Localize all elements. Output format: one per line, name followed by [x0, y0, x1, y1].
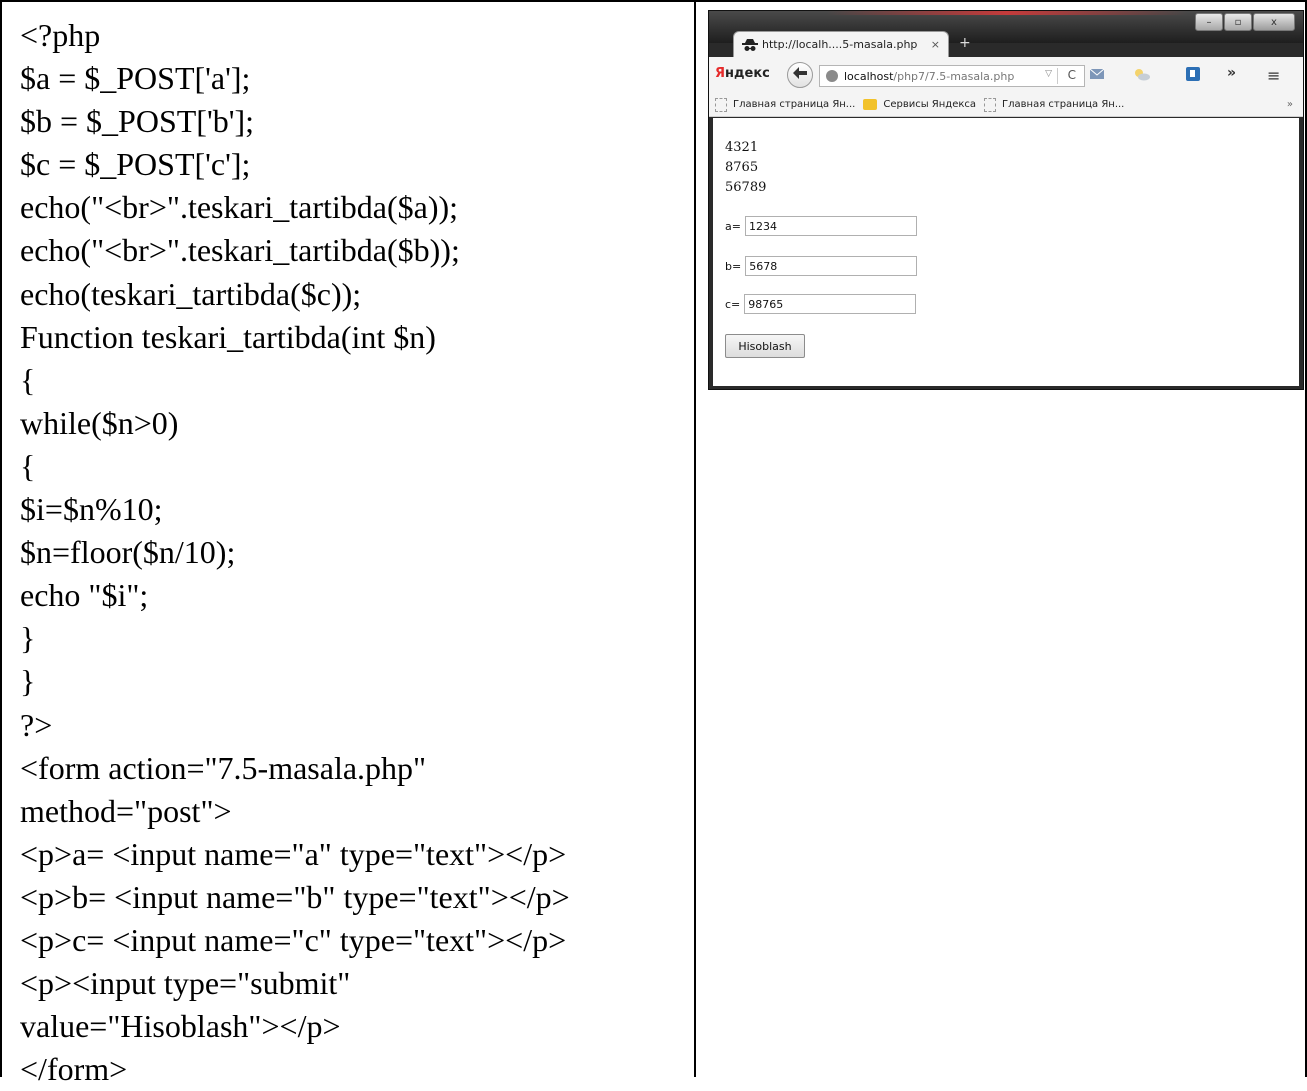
url-separator [1057, 68, 1058, 84]
incognito-icon [742, 38, 758, 52]
code-line: echo("<br>".teskari_tartibda($a)); [20, 189, 459, 226]
window-controls: – ▫ x [1195, 13, 1295, 31]
tab-current[interactable]: http://localh....5-masala.php × [733, 31, 949, 57]
code-line: $a = $_POST['a']; [20, 60, 251, 97]
bookmark-item[interactable]: Главная страница Ян... [715, 97, 856, 112]
globe-icon [826, 70, 838, 82]
field-c-row: c= [725, 294, 917, 314]
code-line: $i=$n%10; [20, 491, 163, 528]
code-line: { [20, 447, 36, 484]
back-button[interactable] [787, 62, 813, 88]
bookmark-label: Сервисы Яндекса [883, 99, 977, 110]
field-c-input[interactable] [744, 294, 917, 314]
browser-window: – ▫ x http://localh....5-masala.php × + … [708, 10, 1304, 390]
field-a-input[interactable] [744, 216, 917, 236]
url-host: localhost [844, 69, 894, 83]
output-line: 56789 [725, 180, 767, 195]
maximize-button[interactable]: ▫ [1224, 13, 1252, 31]
titlebar-glow [827, 11, 1187, 15]
field-a-row: a= [725, 216, 917, 236]
field-b-input[interactable] [745, 256, 918, 276]
extension-icon[interactable] [1185, 67, 1201, 81]
reload-icon[interactable]: C [1068, 68, 1076, 82]
bookmark-item[interactable]: Главная страница Ян... [984, 97, 1125, 112]
code-line: <?php [20, 17, 101, 53]
code-line: } [20, 620, 36, 657]
bookmark-item[interactable]: Сервисы Яндекса [863, 99, 976, 110]
weather-icon[interactable] [1133, 67, 1150, 81]
menu-icon[interactable]: ≡ [1267, 66, 1280, 85]
address-bar[interactable]: localhost/php7/7.5-masala.php ▽ C [819, 65, 1085, 87]
mail-icon[interactable] [1089, 67, 1105, 81]
url-path: /php7/7.5-masala.php [893, 69, 1015, 83]
field-b-row: b= [725, 256, 918, 276]
code-line: <p><input type="submit" [20, 965, 351, 1002]
code-listing: <?php $a = $_POST['a']; $b = $_POST['b']… [20, 14, 690, 1091]
code-line: method="post"> [20, 792, 232, 829]
field-b-label: b= [725, 259, 742, 273]
code-line: ?> [20, 706, 53, 743]
overflow-button[interactable]: » [1227, 65, 1236, 81]
code-line: Function teskari_tartibda(int $n) [20, 318, 436, 355]
code-line: $n=floor($n/10); [20, 534, 236, 571]
bookmarks-bar: Главная страница Ян... Сервисы Яндекса Г… [709, 93, 1303, 117]
new-tab-button[interactable]: + [959, 35, 971, 51]
field-a-label: a= [725, 219, 741, 233]
code-line: } [20, 663, 36, 700]
navigation-bar: Яндекс localhost/php7/7.5-masala.php ▽ C… [709, 57, 1303, 94]
code-line: </form> [20, 1051, 128, 1088]
code-line: $b = $_POST['b']; [20, 103, 255, 140]
bookmark-label: Главная страница Ян... [733, 99, 856, 110]
code-line: echo("<br>".teskari_tartibda($b)); [20, 232, 460, 269]
hisoblash-button[interactable]: Hisoblash [725, 334, 805, 358]
code-line: <p>c= <input name="c" type="text"></p> [20, 921, 567, 958]
bookmarks-more-button[interactable]: » [1287, 99, 1293, 110]
output-line: 8765 [725, 160, 759, 175]
code-line: <form action="7.5-masala.php" [20, 749, 427, 786]
code-line: <p>b= <input name="b" type="text"></p> [20, 878, 570, 915]
folder-icon [863, 99, 878, 110]
code-line: { [20, 361, 36, 398]
code-line: value="Hisoblash"></p> [20, 1008, 341, 1045]
page-icon [715, 97, 727, 112]
bookmark-label: Главная страница Ян... [1002, 99, 1125, 110]
code-line: while($n>0) [20, 404, 179, 441]
tab-title: http://localh....5-masala.php [762, 38, 918, 51]
output-line: 4321 [725, 140, 759, 155]
yandex-logo[interactable]: Яндекс [715, 66, 770, 81]
history-dropdown-icon[interactable]: ▽ [1045, 69, 1052, 79]
code-line: echo "$i"; [20, 577, 149, 614]
page-icon [984, 97, 997, 112]
back-arrow-icon [793, 67, 807, 83]
tab-close-icon[interactable]: × [931, 38, 940, 51]
table-column-divider [694, 0, 696, 1077]
page-content: 4321 8765 56789 a= b= c= Hisoblash [713, 118, 1299, 386]
code-line: <p>a= <input name="a" type="text"></p> [20, 835, 567, 872]
code-line: $c = $_POST['c']; [20, 146, 251, 183]
code-line: echo(teskari_tartibda($c)); [20, 275, 362, 312]
field-c-label: c= [725, 297, 741, 311]
minimize-button[interactable]: – [1195, 13, 1223, 31]
close-window-button[interactable]: x [1253, 13, 1295, 31]
